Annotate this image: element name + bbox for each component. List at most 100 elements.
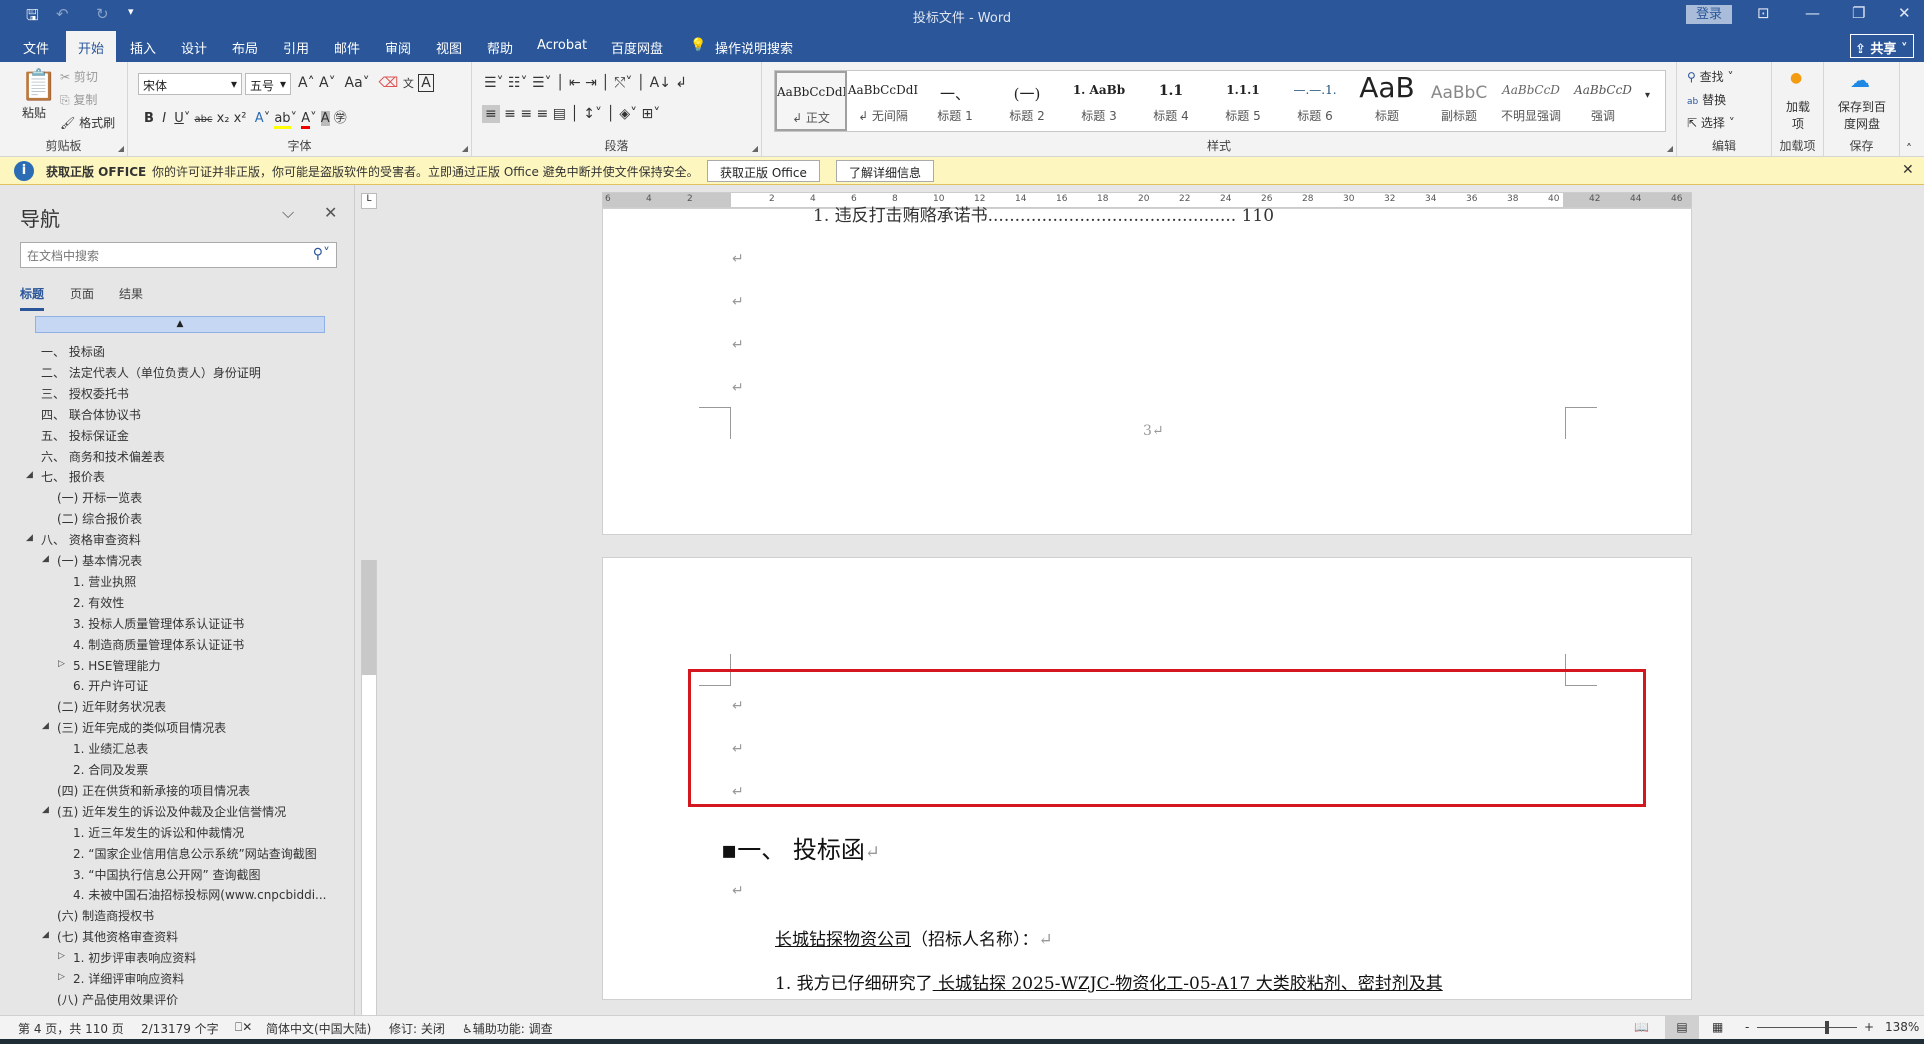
zoom-in-button[interactable]: + <box>1864 1020 1874 1034</box>
zoom-slider[interactable] <box>1757 1027 1857 1028</box>
style-6[interactable]: 1.1.1 标题 5 <box>1207 71 1279 131</box>
tab-view[interactable]: 视图 <box>436 38 462 57</box>
nav-heading-item[interactable]: (一) 基本情况表 <box>57 552 142 569</box>
proofing-icon[interactable]: ⎕✕ <box>235 1020 252 1035</box>
find-button[interactable]: ⚲ 查找 ˅ <box>1687 68 1733 85</box>
login-button[interactable]: 登录 <box>1686 5 1732 24</box>
expanded-triangle-icon[interactable]: ◢ <box>42 805 49 815</box>
nav-heading-item[interactable]: 一、 投标函 <box>41 343 105 360</box>
close-icon[interactable]: ✕ <box>1902 162 1914 178</box>
search-icon[interactable]: ⚲˅ <box>313 246 330 262</box>
style-8[interactable]: AaB 标题 <box>1351 71 1423 131</box>
tab-design[interactable]: 设计 <box>181 38 207 57</box>
close-icon[interactable]: ✕ <box>1898 4 1911 22</box>
nav-heading-item[interactable]: (六) 制造商授权书 <box>57 907 154 924</box>
accessibility-status[interactable]: ♿辅助功能: 调查 <box>462 1020 553 1037</box>
tab-file[interactable]: 文件 <box>23 38 49 57</box>
style-9[interactable]: AaBbC 副标题 <box>1423 71 1495 131</box>
nav-heading-item[interactable]: (八) 产品使用效果评价 <box>57 991 178 1008</box>
word-count[interactable]: 2/13179 个字 <box>141 1020 219 1037</box>
get-genuine-button[interactable]: 获取正版 Office <box>707 160 820 182</box>
format-painter-button[interactable]: 🖌 格式刷 <box>60 114 115 131</box>
chevron-down-icon[interactable]: ⌵ <box>282 203 294 223</box>
nav-heading-item[interactable]: 2. 详细评审响应资料 <box>73 970 184 987</box>
expanded-triangle-icon[interactable]: ◢ <box>42 554 49 564</box>
tab-help[interactable]: 帮助 <box>487 38 513 57</box>
expanded-triangle-icon[interactable]: ◢ <box>42 721 49 731</box>
nav-heading-item[interactable]: 七、 报价表 <box>41 468 105 485</box>
nav-heading-item[interactable]: 5. HSE管理能力 <box>73 657 161 674</box>
tab-layout[interactable]: 布局 <box>232 38 258 57</box>
dialog-launcher-icon[interactable]: ◢ <box>462 144 468 153</box>
expanded-triangle-icon[interactable]: ◢ <box>26 470 33 480</box>
addins-button[interactable]: 加载项 <box>1784 98 1812 132</box>
collapsed-triangle-icon[interactable]: ▷ <box>58 972 65 982</box>
nav-heading-item[interactable]: 2. 有效性 <box>73 594 124 611</box>
collapse-all-bar[interactable]: ▲ <box>35 316 325 333</box>
nav-heading-item[interactable]: (二) 近年财务状况表 <box>57 698 166 715</box>
minimize-icon[interactable]: — <box>1805 4 1820 22</box>
font-size-combo[interactable]: 五号 ▾ <box>245 73 291 95</box>
collapse-ribbon-icon[interactable]: ˄ <box>1906 142 1912 156</box>
select-button[interactable]: ⇱ 选择 ˅ <box>1687 114 1735 131</box>
nav-heading-item[interactable]: 五、 投标保证金 <box>41 427 129 444</box>
nav-tab-results[interactable]: 结果 <box>119 285 143 302</box>
style-4[interactable]: 1. AaBb 标题 3 <box>1063 71 1135 131</box>
language[interactable]: 简体中文(中国大陆) <box>266 1020 371 1037</box>
zoom-slider-thumb[interactable] <box>1824 1021 1829 1034</box>
page-count[interactable]: 第 4 页，共 110 页 <box>18 1020 124 1037</box>
collapsed-triangle-icon[interactable]: ▷ <box>58 659 65 669</box>
dialog-launcher-icon[interactable]: ◢ <box>1667 144 1673 153</box>
tab-acrobat[interactable]: Acrobat <box>537 38 587 53</box>
list-indent-buttons[interactable]: ☰˅ ☷˅ ☰˅ │ ⇤ ⇥ │ ⤲˅ │ A↓ ↲ <box>484 75 687 91</box>
align-buttons[interactable]: ≡ ≡ ≡ ≡ ▤ │ ↕˅ │ ◈˅ ⊞˅ <box>482 105 660 123</box>
read-mode-icon[interactable]: 📖 <box>1634 1020 1649 1034</box>
ribbon-display-icon[interactable]: ⊡ <box>1757 4 1770 22</box>
tab-home[interactable]: 开始 <box>66 31 117 62</box>
nav-heading-item[interactable]: 4. 未被中国石油招标投标网(www.cnpcbiddi... <box>73 886 326 903</box>
styles-more-icon[interactable]: ▾ <box>1645 90 1650 101</box>
style-1[interactable]: AaBbCcDdI ↲ 无间隔 <box>847 71 919 131</box>
nav-heading-item[interactable]: (七) 其他资格审查资料 <box>57 928 178 945</box>
restore-icon[interactable]: ❐ <box>1852 4 1865 22</box>
nav-heading-item[interactable]: 2. 合同及发票 <box>73 761 148 778</box>
print-layout-icon[interactable]: ▤ <box>1665 1016 1699 1039</box>
share-button[interactable]: ⇪ 共享 ˅ <box>1850 34 1914 58</box>
nav-heading-item[interactable]: 三、 授权委托书 <box>41 385 129 402</box>
expanded-triangle-icon[interactable]: ◢ <box>26 533 33 543</box>
dialog-launcher-icon[interactable]: ◢ <box>752 144 758 153</box>
cut-button[interactable]: ✂ 剪切 <box>60 68 98 85</box>
nav-heading-item[interactable]: (一) 开标一览表 <box>57 489 142 506</box>
tab-references[interactable]: 引用 <box>283 38 309 57</box>
tab-review[interactable]: 审阅 <box>385 38 411 57</box>
track-changes[interactable]: 修订: 关闭 <box>389 1020 445 1037</box>
nav-heading-item[interactable]: 八、 资格审查资料 <box>41 531 141 548</box>
nav-heading-item[interactable]: 二、 法定代表人（单位负责人）身份证明 <box>41 364 261 381</box>
replace-button[interactable]: ab 替换 <box>1687 91 1726 108</box>
nav-scrollbar[interactable] <box>354 185 355 1015</box>
font-tools-row[interactable]: A˄ A˅ Aa˅ ⌫ 文 A <box>298 74 434 92</box>
nav-heading-item[interactable]: 1. 初步评审表响应资料 <box>73 949 196 966</box>
nav-heading-item[interactable]: (二) 综合报价表 <box>57 510 142 527</box>
close-icon[interactable]: ✕ <box>324 203 337 222</box>
nav-heading-item[interactable]: 6. 开户许可证 <box>73 677 148 694</box>
collapsed-triangle-icon[interactable]: ▷ <box>58 951 65 961</box>
style-3[interactable]: (一) 标题 2 <box>991 71 1063 131</box>
tab-insert[interactable]: 插入 <box>130 38 156 57</box>
dialog-launcher-icon[interactable]: ◢ <box>118 144 124 153</box>
expanded-triangle-icon[interactable]: ◢ <box>42 930 49 940</box>
nav-heading-item[interactable]: (五) 近年发生的诉讼及仲裁及企业信誉情况 <box>57 803 286 820</box>
nav-search-input[interactable]: 在文档中搜索 ⚲˅ <box>20 242 337 268</box>
paste-icon[interactable]: 📋 <box>20 68 57 103</box>
style-5[interactable]: 1.1 标题 4 <box>1135 71 1207 131</box>
nav-heading-item[interactable]: 3. “中国执行信息公开网” 查询截图 <box>73 866 261 883</box>
nav-heading-item[interactable]: 1. 近三年发生的诉讼和仲裁情况 <box>73 824 244 841</box>
style-11[interactable]: AaBbCcD 强调 <box>1567 71 1639 131</box>
nav-heading-item[interactable]: 六、 商务和技术偏差表 <box>41 448 165 465</box>
nav-heading-item[interactable]: (四) 正在供货和新承接的项目情况表 <box>57 782 250 799</box>
tab-mailings[interactable]: 邮件 <box>334 38 360 57</box>
nav-heading-item[interactable]: 四、 联合体协议书 <box>41 406 141 423</box>
nav-heading-item[interactable]: 2. “国家企业信用信息公示系统”网站查询截图 <box>73 845 317 862</box>
paste-button[interactable]: 粘贴 <box>22 104 46 121</box>
nav-heading-item[interactable]: 1. 营业执照 <box>73 573 136 590</box>
